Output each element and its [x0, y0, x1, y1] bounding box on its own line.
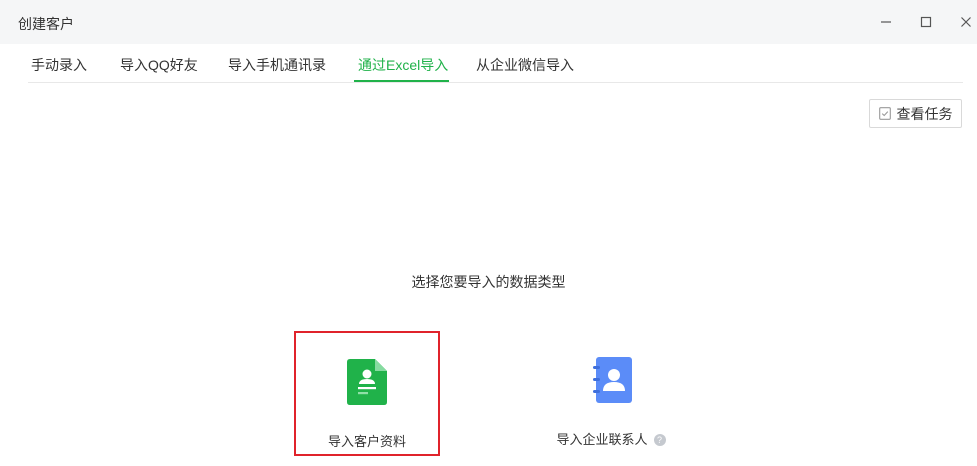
minimize-icon [881, 21, 891, 23]
close-button[interactable] [956, 12, 976, 32]
tab-import-qq-friends[interactable]: 导入QQ好友 [120, 55, 198, 75]
import-enterprise-contacts-label: 导入企业联系人 [556, 432, 648, 447]
close-icon [961, 17, 971, 27]
view-tasks-button[interactable]: 查看任务 [869, 99, 962, 128]
active-tab-indicator [354, 80, 449, 82]
import-tabs: 手动录入 导入QQ好友 导入手机通讯录 通过Excel导入 从企业微信导入 [28, 44, 963, 83]
title-bar: 创建客户 [0, 0, 977, 44]
data-type-prompt: 选择您要导入的数据类型 [411, 274, 566, 290]
import-customer-data-option[interactable]: 导入客户资料 [294, 331, 440, 456]
tab-import-phone-contacts[interactable]: 导入手机通讯录 [228, 55, 326, 75]
customer-file-icon [347, 359, 387, 405]
maximize-icon [920, 16, 932, 28]
maximize-button[interactable] [916, 12, 936, 32]
import-customer-data-label: 导入客户资料 [327, 434, 406, 449]
minimize-button[interactable] [876, 12, 896, 32]
help-icon[interactable]: ? [653, 434, 666, 446]
tab-manual-entry[interactable]: 手动录入 [31, 55, 87, 75]
task-checklist-icon [878, 107, 891, 120]
tab-import-excel[interactable]: 通过Excel导入 [358, 55, 448, 75]
import-enterprise-contacts-label-row: 导入企业联系人? [538, 429, 684, 448]
contact-book-icon [593, 357, 632, 403]
import-enterprise-contacts-option[interactable]: 导入企业联系人? [538, 331, 684, 456]
view-tasks-label: 查看任务 [896, 105, 953, 122]
tab-import-wecom[interactable]: 从企业微信导入 [476, 55, 574, 75]
window-title: 创建客户 [18, 16, 74, 32]
